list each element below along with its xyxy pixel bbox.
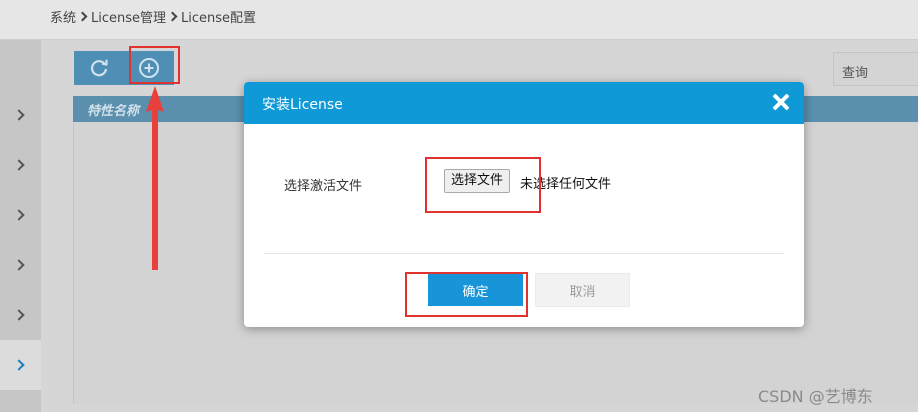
- breadcrumb: 系统 License管理 License配置: [50, 7, 256, 26]
- chevron-right-icon: [167, 11, 178, 22]
- divider: [264, 253, 784, 254]
- chevron-right-icon: [13, 309, 25, 321]
- cancel-button[interactable]: 取消: [535, 273, 630, 307]
- add-button[interactable]: [124, 51, 174, 85]
- sidebar-item[interactable]: [0, 140, 41, 190]
- chevron-right-icon: [13, 159, 25, 171]
- sidebar: [0, 40, 41, 412]
- choose-file-button[interactable]: 选择文件: [444, 169, 511, 193]
- top-bar: 系统 License管理 License配置: [0, 0, 918, 40]
- install-license-dialog: 安装License 选择激活文件 选择文件 未选择任何文件 确定 取消: [244, 82, 804, 327]
- dialog-header: 安装License: [244, 82, 804, 124]
- column-header-feature-name[interactable]: 特性名称: [87, 104, 139, 119]
- confirm-button[interactable]: 确定: [428, 274, 523, 306]
- dialog-title: 安装License: [262, 97, 343, 113]
- chevron-right-icon: [13, 209, 25, 221]
- sidebar-item[interactable]: [0, 90, 41, 140]
- breadcrumb-item-license-mgmt[interactable]: License管理: [91, 7, 166, 26]
- file-status-text: 未选择任何文件: [520, 177, 612, 192]
- refresh-button[interactable]: [74, 51, 124, 85]
- activation-file-label: 选择激活文件: [284, 179, 363, 194]
- sidebar-item-active[interactable]: [0, 340, 41, 390]
- sidebar-item[interactable]: [0, 290, 41, 340]
- breadcrumb-item-license-config: License配置: [181, 11, 257, 26]
- breadcrumb-item-system[interactable]: 系统: [50, 7, 76, 26]
- chevron-right-icon: [13, 109, 25, 121]
- chevron-right-icon: [13, 359, 25, 371]
- watermark: CSDN @艺博东: [758, 387, 873, 406]
- search-button[interactable]: 查询: [833, 52, 918, 86]
- sidebar-item[interactable]: [0, 240, 41, 290]
- close-icon[interactable]: [772, 93, 790, 111]
- chevron-right-icon: [13, 259, 25, 271]
- add-circle-icon: [139, 58, 159, 78]
- annotation-arrow: [146, 86, 164, 270]
- chevron-right-icon: [77, 11, 88, 22]
- refresh-icon: [90, 59, 108, 77]
- sidebar-item[interactable]: [0, 190, 41, 240]
